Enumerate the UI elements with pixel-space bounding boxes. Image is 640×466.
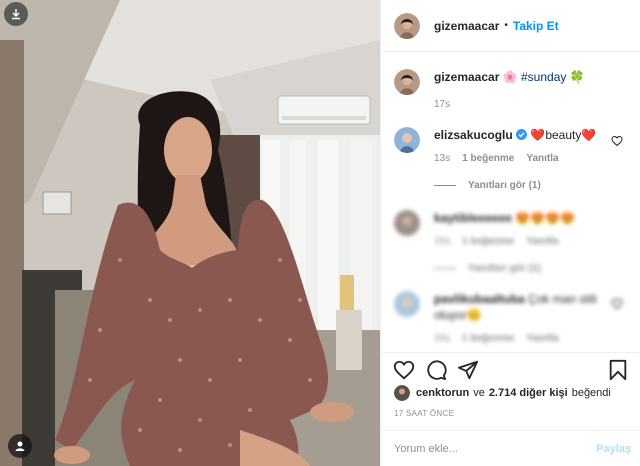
view-replies-button[interactable]: Yanıtları gör (1) <box>434 263 541 274</box>
add-comment-bar: Paylaş <box>381 430 640 466</box>
caption-username[interactable]: gizemaacar <box>434 70 499 84</box>
reply-button[interactable]: Yanıtla <box>526 153 558 164</box>
comment-icon[interactable] <box>425 359 447 381</box>
replies-divider <box>434 185 456 186</box>
comment-text: 😍😍😍😍 <box>515 211 576 225</box>
likes-connector: ve <box>473 387 485 399</box>
comment-line: kaytibleeeeee 😍😍😍😍 <box>434 210 575 226</box>
comment-username[interactable]: pavlikubaaltuba <box>434 292 525 306</box>
avatar[interactable] <box>394 127 420 153</box>
comment-likes[interactable]: 1 beğenme <box>462 153 514 164</box>
comment-username[interactable]: elizsakucoglu <box>434 128 513 142</box>
view-replies-label: Yanıtları gör (1) <box>468 263 541 274</box>
heart-icon[interactable] <box>393 359 415 381</box>
heart-icon[interactable] <box>611 135 623 147</box>
caption-item: gizemaacar 🌸 #sunday 🍀 17s <box>394 69 585 110</box>
photo-scene <box>0 0 380 466</box>
comment-time[interactable]: 13s <box>434 153 450 164</box>
post-photo[interactable] <box>0 0 380 466</box>
comment-meta: 15s 1 beğenme Yanıtla <box>434 236 575 247</box>
comment-body: kaytibleeeeee 😍😍😍😍 15s 1 beğenme Yanıtla <box>434 210 575 247</box>
post-header: gizemaacar • Takip Et <box>381 0 640 52</box>
post-comment-button[interactable]: Paylaş <box>596 443 631 455</box>
avatar[interactable] <box>394 291 420 317</box>
avatar[interactable] <box>394 69 420 95</box>
avatar[interactable] <box>394 385 410 401</box>
post-side-panel: gizemaacar • Takip Et gizemaacar 🌸 #sund… <box>380 0 640 466</box>
comment-body: elizsakucoglu ❤️beauty❤️ 13s 1 beğenme Y… <box>434 127 596 164</box>
share-icon[interactable] <box>457 359 479 381</box>
likes-summary: cenktorun ve 2.714 diğer kişi beğendi <box>394 385 611 401</box>
avatar-image <box>394 210 420 236</box>
comment-body: pavlikubaaltuba Çok man stili oluyor😊 16… <box>434 291 604 344</box>
reply-button[interactable]: Yanıtla <box>526 333 558 344</box>
separator-dot: • <box>504 20 508 31</box>
action-bar <box>381 352 640 382</box>
avatar[interactable] <box>394 12 420 39</box>
view-replies-button[interactable]: Yanıtları gör (1) <box>434 180 541 191</box>
instagram-post: gizemaacar • Takip Et gizemaacar 🌸 #sund… <box>0 0 640 466</box>
view-replies-label: Yanıtları gör (1) <box>468 180 541 191</box>
comment-meta: 13s 1 beğenme Yanıtla <box>434 153 596 164</box>
comments-list[interactable]: gizemaacar 🌸 #sunday 🍀 17s elizsakucoglu… <box>381 53 640 350</box>
avatar-image <box>394 385 410 401</box>
replies-divider <box>434 268 456 269</box>
comment-item: elizsakucoglu ❤️beauty❤️ 13s 1 beğenme Y… <box>394 127 596 164</box>
comment-line: elizsakucoglu ❤️beauty❤️ <box>434 127 596 143</box>
caption-body: gizemaacar 🌸 #sunday 🍀 17s <box>434 69 585 110</box>
reply-button[interactable]: Yanıtla <box>526 236 558 247</box>
follow-button[interactable]: Takip Et <box>513 19 559 33</box>
user-tag-icon <box>15 441 25 451</box>
comment-text: ❤️beauty❤️ <box>530 128 597 142</box>
comment-item: kaytibleeeeee 😍😍😍😍 15s 1 beğenme Yanıtla <box>394 210 575 247</box>
bookmark-icon[interactable] <box>607 359 629 381</box>
caption-time[interactable]: 17s <box>434 99 450 110</box>
likes-user[interactable]: cenktorun <box>416 387 469 399</box>
comment-likes[interactable]: 1 beğenme <box>462 236 514 247</box>
header-username[interactable]: gizemaacar <box>434 19 499 33</box>
heart-icon[interactable] <box>611 298 623 310</box>
download-icon <box>12 9 20 20</box>
post-timestamp[interactable]: 17 SAAT ÖNCE <box>394 409 454 418</box>
caption-meta: 17s <box>434 99 585 110</box>
comment-time[interactable]: 16s <box>434 333 450 344</box>
download-button[interactable] <box>4 2 28 26</box>
likes-suffix: beğendi <box>571 387 611 399</box>
comment-line: pavlikubaaltuba Çok man stili oluyor😊 <box>434 291 604 323</box>
comment-input[interactable] <box>394 442 597 455</box>
likes-others[interactable]: 2.714 diğer kişi <box>489 387 568 399</box>
avatar-image <box>394 12 420 39</box>
comment-item: pavlikubaaltuba Çok man stili oluyor😊 16… <box>394 291 604 344</box>
avatar[interactable] <box>394 210 420 236</box>
comment-meta: 16s 1 beğenme Yanıtla <box>434 333 604 344</box>
caption-line: gizemaacar 🌸 #sunday 🍀 <box>434 69 585 85</box>
avatar-image <box>394 291 420 317</box>
comment-likes[interactable]: 1 beğenme <box>462 333 514 344</box>
verified-badge-icon <box>516 129 528 140</box>
avatar-image <box>394 69 420 95</box>
caption-text: 🌸 #sunday 🍀 <box>502 70 585 84</box>
user-tag-button[interactable] <box>8 434 32 458</box>
comment-time[interactable]: 15s <box>434 236 450 247</box>
avatar-image <box>394 127 420 153</box>
comment-username[interactable]: kaytibleeeeee <box>434 211 512 225</box>
